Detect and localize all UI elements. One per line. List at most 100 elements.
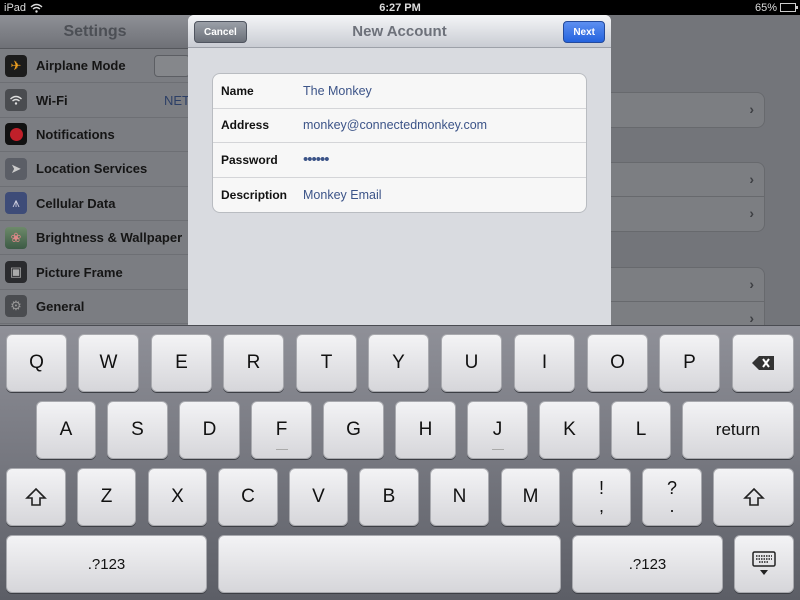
key-c[interactable]: C bbox=[218, 468, 278, 526]
clock: 6:27 PM bbox=[379, 1, 421, 14]
key-g[interactable]: G bbox=[323, 401, 384, 459]
shift-key-right[interactable] bbox=[713, 468, 794, 526]
key-l[interactable]: L bbox=[611, 401, 671, 459]
sidebar-item-cellular-data[interactable]: ⩚ Cellular Data bbox=[0, 187, 190, 221]
sidebar-item-label: Brightness & Wallpaper bbox=[36, 230, 183, 246]
sidebar-item-label: Wi-Fi bbox=[36, 92, 68, 108]
backspace-icon bbox=[752, 356, 774, 370]
key-exclaim-comma[interactable]: !, bbox=[572, 468, 631, 526]
picture-frame-icon: ▣ bbox=[5, 261, 27, 284]
sidebar-item-brightness-wallpaper[interactable]: ❀ Brightness & Wallpaper bbox=[0, 221, 190, 256]
sidebar-item-location-services[interactable]: ➤ Location Services bbox=[0, 152, 190, 187]
sidebar-item-general[interactable]: ⚙ General bbox=[0, 290, 190, 325]
key-r[interactable]: R bbox=[223, 334, 284, 392]
key-question-period[interactable]: ?. bbox=[642, 468, 702, 526]
space-bar[interactable] bbox=[218, 535, 561, 593]
key-t[interactable]: T bbox=[296, 334, 357, 392]
next-button[interactable]: Next bbox=[563, 21, 605, 43]
key-d[interactable]: D bbox=[179, 401, 240, 459]
home-row-marker bbox=[491, 449, 504, 450]
password-row[interactable]: Password •••••• bbox=[213, 143, 586, 178]
home-row-marker bbox=[275, 449, 288, 450]
airplane-mode-toggle[interactable] bbox=[154, 54, 190, 77]
hide-keyboard-key[interactable] bbox=[734, 535, 794, 593]
key-k[interactable]: K bbox=[539, 401, 600, 459]
modal-navbar: Cancel New Account Next bbox=[188, 15, 611, 48]
key-f[interactable]: F bbox=[251, 401, 312, 459]
key-b[interactable]: B bbox=[359, 468, 419, 526]
wifi-network-value: NET bbox=[164, 92, 190, 108]
key-label-bottom: . bbox=[669, 496, 675, 516]
device-name: iPad bbox=[4, 1, 27, 14]
key-m[interactable]: M bbox=[501, 468, 560, 526]
key-e[interactable]: E bbox=[151, 334, 212, 392]
sidebar-item-picture-frame[interactable]: ▣ Picture Frame bbox=[0, 255, 190, 290]
key-label: F bbox=[275, 419, 288, 440]
key-q[interactable]: Q bbox=[6, 334, 67, 392]
name-label: Name bbox=[221, 83, 254, 98]
address-label: Address bbox=[221, 118, 270, 133]
key-j[interactable]: J bbox=[467, 401, 528, 459]
sidebar-item-label: Cellular Data bbox=[36, 195, 116, 211]
brightness-wallpaper-icon: ❀ bbox=[5, 226, 27, 249]
name-field[interactable]: The Monkey bbox=[303, 84, 372, 98]
sidebar-item-label: General bbox=[36, 298, 85, 314]
key-y[interactable]: Y bbox=[368, 334, 429, 392]
key-w[interactable]: W bbox=[78, 334, 139, 392]
address-row[interactable]: Address monkey@connectedmonkey.com bbox=[213, 109, 586, 143]
gear-icon: ⚙ bbox=[5, 295, 27, 318]
sidebar-item-wifi[interactable]: Wi-Fi NET bbox=[0, 83, 190, 118]
sidebar-item-airplane-mode[interactable]: ✈ Airplane Mode bbox=[0, 49, 190, 84]
backspace-key[interactable] bbox=[732, 334, 794, 392]
key-label-top: ! bbox=[598, 478, 604, 498]
key-o[interactable]: O bbox=[587, 334, 648, 392]
key-n[interactable]: N bbox=[430, 468, 489, 526]
password-field[interactable]: •••••• bbox=[303, 151, 329, 168]
key-v[interactable]: V bbox=[289, 468, 348, 526]
sidebar-item-label: Notifications bbox=[36, 126, 115, 142]
sidebar-item-label: Location Services bbox=[36, 161, 148, 177]
modal-title: New Account bbox=[352, 22, 447, 40]
numbers-key-left[interactable]: .?123 bbox=[6, 535, 207, 593]
cancel-button[interactable]: Cancel bbox=[194, 21, 247, 43]
battery-percent: 65% bbox=[754, 1, 777, 14]
onscreen-keyboard: Q W E R T Y U I O P A S D F G H J K L re… bbox=[0, 325, 800, 600]
return-key[interactable]: return bbox=[682, 401, 794, 459]
password-label: Password bbox=[221, 152, 278, 167]
description-field[interactable]: Monkey Email bbox=[303, 188, 382, 202]
key-label-bottom: , bbox=[598, 496, 604, 516]
key-i[interactable]: I bbox=[514, 334, 575, 392]
key-u[interactable]: U bbox=[441, 334, 502, 392]
sidebar-item-notifications[interactable]: Notifications bbox=[0, 118, 190, 153]
chevron-right-icon: › bbox=[749, 101, 754, 117]
settings-sidebar: Settings ✈ Airplane Mode Wi-Fi NET Notif… bbox=[0, 15, 190, 325]
account-form: Name The Monkey Address monkey@connected… bbox=[212, 73, 587, 213]
key-h[interactable]: H bbox=[395, 401, 456, 459]
name-row[interactable]: Name The Monkey bbox=[213, 74, 586, 109]
key-z[interactable]: Z bbox=[77, 468, 136, 526]
key-s[interactable]: S bbox=[107, 401, 168, 459]
wifi-icon bbox=[5, 89, 27, 112]
cellular-icon: ⩚ bbox=[5, 192, 27, 215]
address-field[interactable]: monkey@connectedmonkey.com bbox=[303, 118, 487, 132]
notifications-icon bbox=[5, 123, 27, 146]
wifi-icon bbox=[30, 3, 43, 13]
sidebar-item-label: Airplane Mode bbox=[36, 58, 126, 74]
key-label: J bbox=[492, 419, 503, 440]
description-label: Description bbox=[221, 187, 288, 202]
location-icon: ➤ bbox=[5, 157, 27, 180]
shift-icon bbox=[25, 487, 47, 506]
key-p[interactable]: P bbox=[659, 334, 720, 392]
shift-key-left[interactable] bbox=[6, 468, 66, 526]
description-row[interactable]: Description Monkey Email bbox=[213, 178, 586, 213]
new-account-modal: Cancel New Account Next Name The Monkey … bbox=[188, 15, 611, 325]
sidebar-title: Settings bbox=[0, 15, 190, 49]
battery-icon bbox=[780, 3, 798, 12]
shift-icon bbox=[742, 487, 765, 506]
numbers-key-right[interactable]: .?123 bbox=[572, 535, 723, 593]
key-label-top: ? bbox=[666, 478, 677, 498]
status-bar: iPad 6:27 PM 65% bbox=[0, 0, 800, 15]
chevron-right-icon: › bbox=[749, 310, 754, 325]
key-x[interactable]: X bbox=[148, 468, 207, 526]
key-a[interactable]: A bbox=[36, 401, 96, 459]
